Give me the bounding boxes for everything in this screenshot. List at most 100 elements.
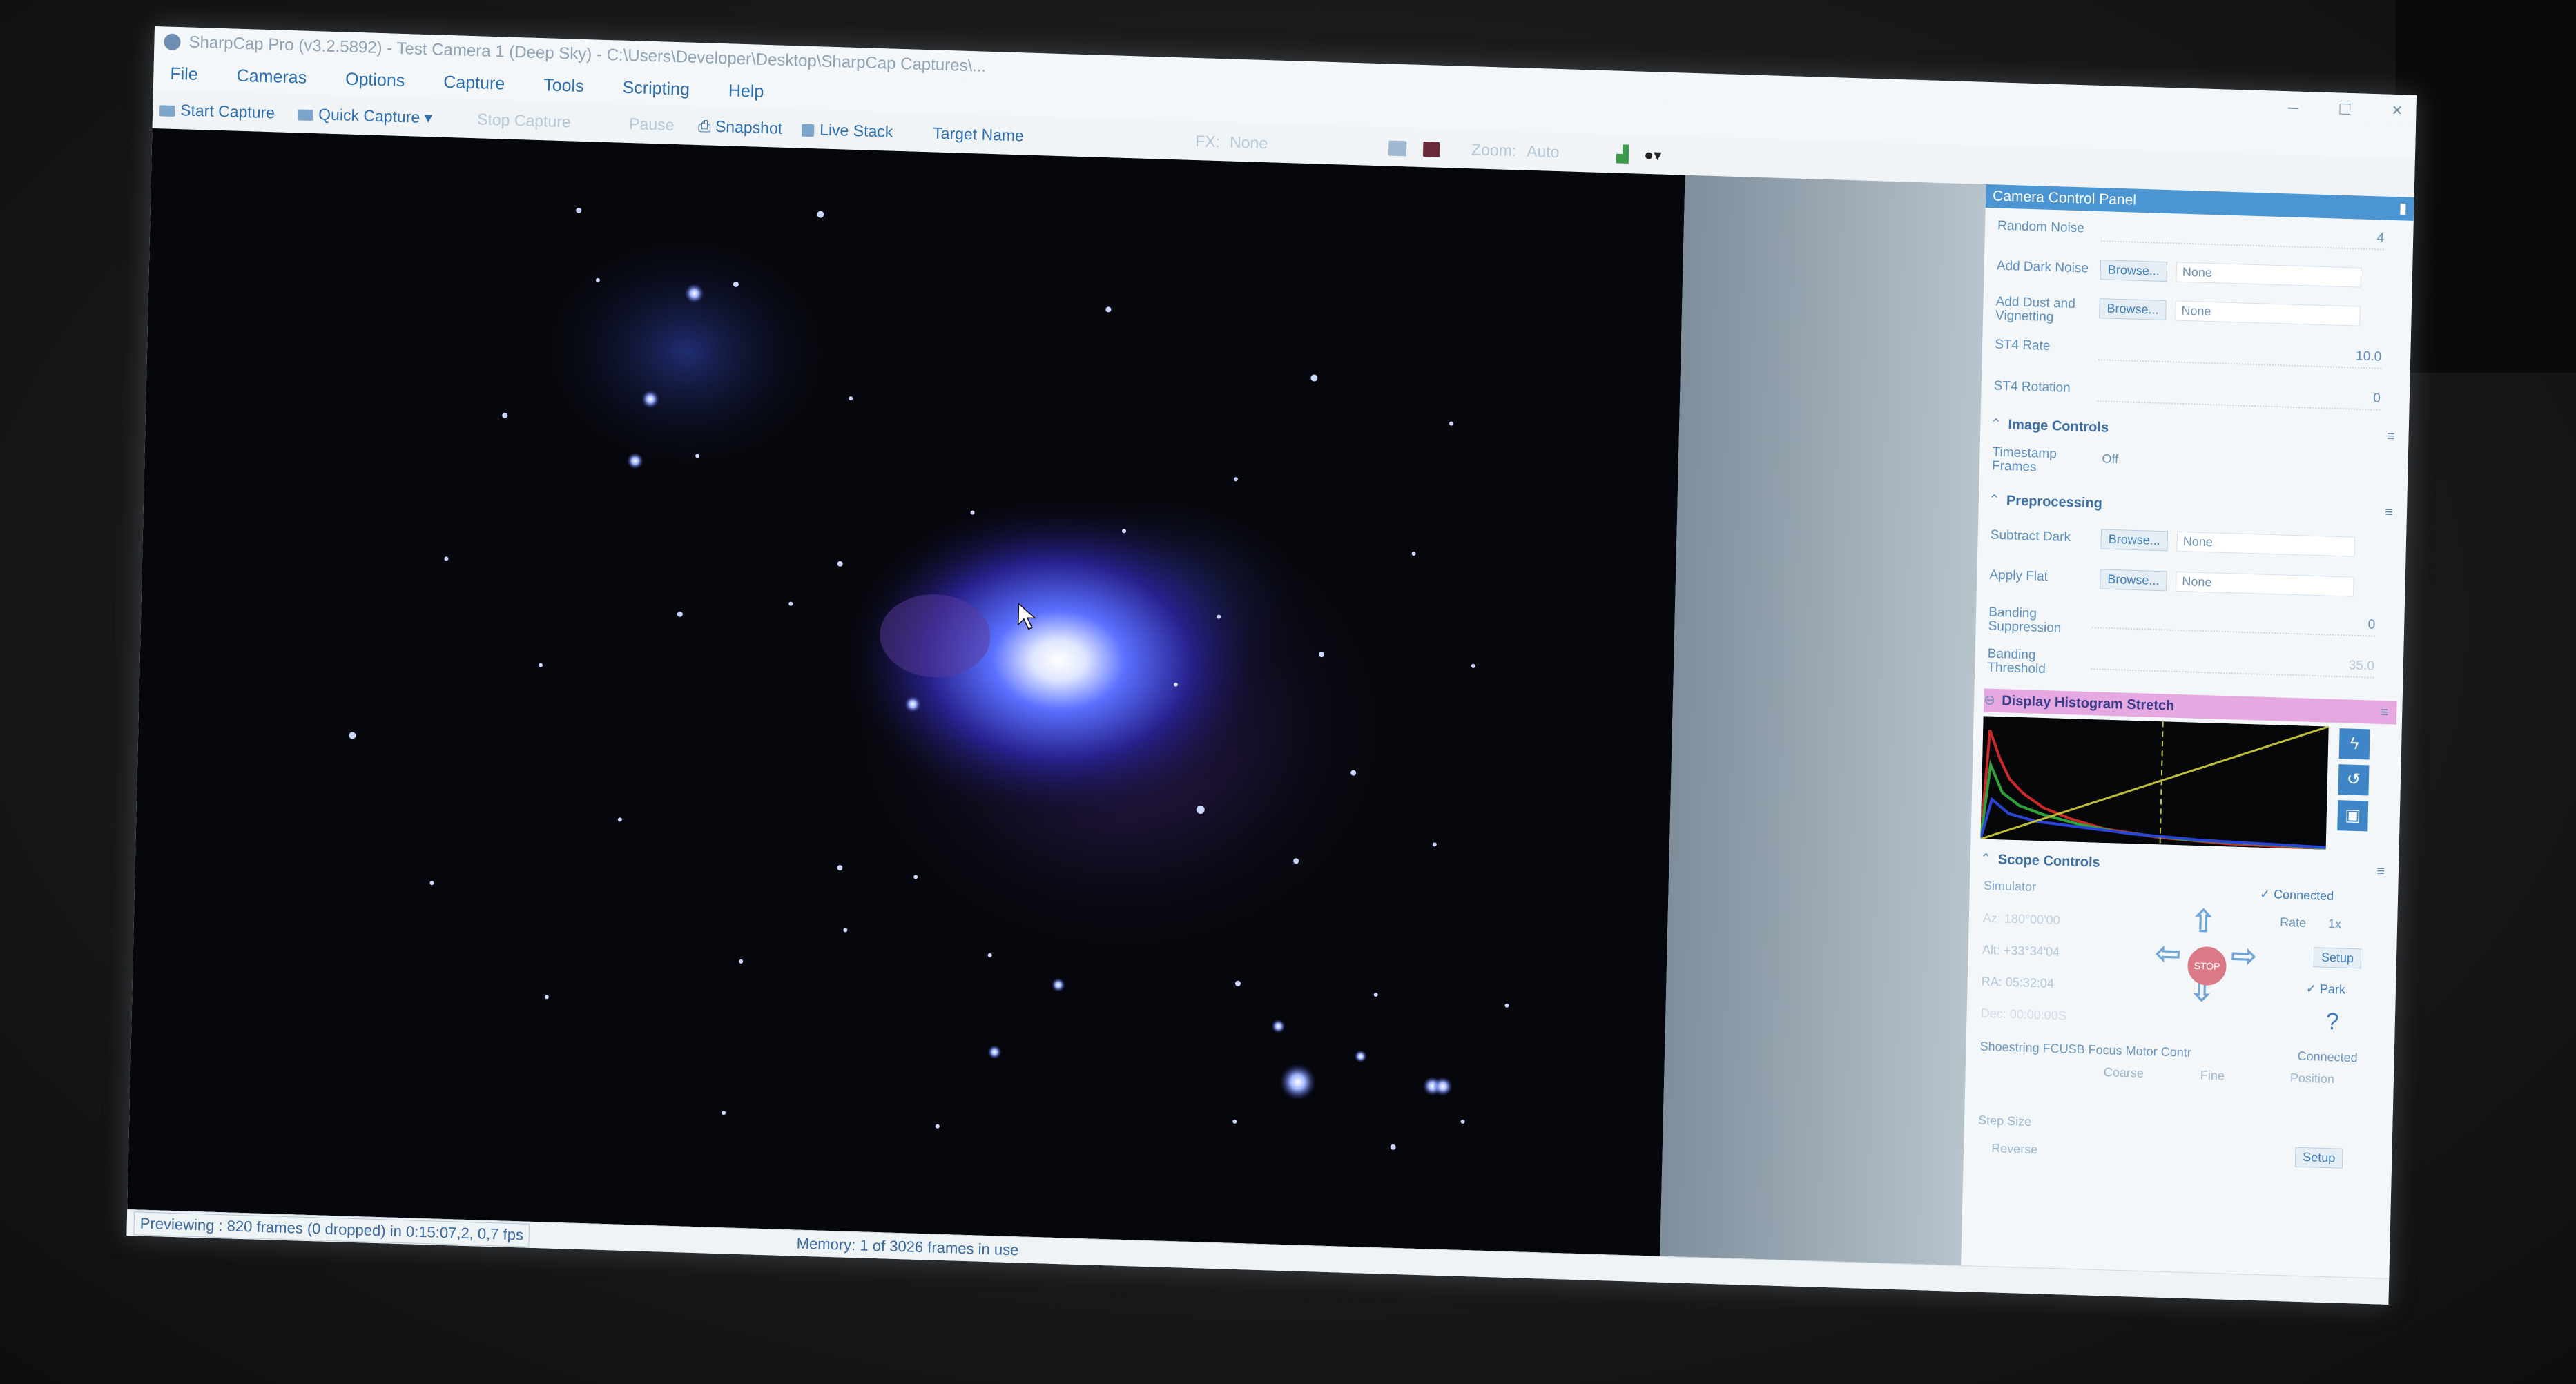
- dust-browse-button[interactable]: Browse...: [2099, 298, 2167, 321]
- viewport-empty-area: [1660, 175, 1986, 1266]
- scope-az-readout: Az: 180°00'00: [1982, 910, 2060, 928]
- menu-capture[interactable]: Capture: [443, 66, 505, 101]
- zoom-label: Zoom:: [1471, 140, 1517, 160]
- scope-alt-readout: Alt: +33°34'04: [1982, 942, 2060, 959]
- hamburger-icon[interactable]: ≡: [2386, 425, 2395, 448]
- maximize-button[interactable]: □: [2339, 93, 2351, 124]
- hamburger-icon[interactable]: ≡: [2376, 859, 2385, 883]
- pause-button[interactable]: Pause: [629, 104, 675, 144]
- display-mode-icon[interactable]: [1388, 128, 1413, 167]
- histogram-icon[interactable]: ▟: [1616, 135, 1629, 174]
- histogram-plot[interactable]: [1980, 716, 2329, 850]
- menu-tools[interactable]: Tools: [543, 68, 584, 103]
- image-controls-title: Image Controls: [2008, 417, 2109, 436]
- dark-noise-select[interactable]: None: [2176, 262, 2362, 288]
- focuser-fine-label: Fine: [2200, 1068, 2225, 1083]
- focuser-setup-button[interactable]: Setup: [2294, 1147, 2343, 1169]
- nebula-image: [127, 128, 1685, 1256]
- image-controls-section[interactable]: ⌃ Image Controls ≡: [1990, 412, 2403, 448]
- histogram-tools: ϟ ↺ ▣: [2337, 728, 2374, 837]
- apply-flat-select[interactable]: None: [2176, 571, 2354, 597]
- scope-stop-button[interactable]: STOP: [2187, 946, 2227, 986]
- focuser-position-label: Position: [2289, 1071, 2335, 1086]
- color-swatch-icon[interactable]: [1422, 128, 1446, 168]
- dark-noise-browse-button[interactable]: Browse...: [2100, 260, 2168, 282]
- quick-capture-button[interactable]: Quick Capture ▾: [297, 94, 433, 137]
- reticle-icon[interactable]: ●▾: [1644, 135, 1663, 175]
- collapse-icon: ⌃: [1988, 492, 2000, 508]
- auto-stretch-icon[interactable]: ϟ: [2338, 728, 2370, 760]
- target-name-field[interactable]: Target Name: [933, 113, 1025, 155]
- banding-suppression-slider[interactable]: [2091, 627, 2375, 637]
- rate-label: Rate: [2279, 915, 2307, 930]
- image-viewport[interactable]: [127, 128, 1685, 1256]
- live-stack-button[interactable]: Live Stack: [801, 110, 893, 151]
- help-icon[interactable]: ?: [2325, 1008, 2339, 1036]
- scope-east-arrow-icon[interactable]: ⇨: [2230, 937, 2258, 975]
- st4-rotation-value[interactable]: 0: [2373, 391, 2381, 406]
- fx-label: FX:: [1194, 132, 1221, 151]
- random-noise-slider[interactable]: [2100, 240, 2384, 251]
- random-noise-value[interactable]: 4: [2376, 231, 2384, 246]
- reset-icon[interactable]: ↺: [2338, 764, 2370, 796]
- minimize-button[interactable]: –: [2288, 91, 2298, 121]
- menu-help[interactable]: Help: [728, 74, 764, 108]
- scope-setup-button[interactable]: Setup: [2313, 947, 2362, 969]
- scope-connected-check[interactable]: ✓ Connected: [2260, 887, 2334, 904]
- camera-icon: [297, 109, 313, 121]
- scope-driver-label: Simulator: [1983, 878, 2037, 894]
- timestamp-label: Timestamp Frames: [1991, 445, 2057, 475]
- add-dark-noise-label: Add Dark Noise: [1996, 258, 2089, 276]
- scope-west-arrow-icon[interactable]: ⇦: [2154, 934, 2182, 972]
- live-stack-label: Live Stack: [819, 120, 893, 141]
- stop-capture-button[interactable]: Stop Capture: [477, 99, 572, 141]
- collapse-icon: ⊖: [1983, 692, 1996, 708]
- save-icon[interactable]: ▣: [2337, 800, 2369, 832]
- banding-suppression-row: Banding Suppression 0: [1988, 605, 2396, 646]
- panel-title-text: Camera Control Panel: [1992, 188, 2137, 208]
- app-icon: [164, 33, 181, 51]
- st4-rate-row: ST4 Rate 10.0: [1994, 338, 2402, 378]
- banding-suppression-value[interactable]: 0: [2367, 617, 2375, 632]
- snapshot-button[interactable]: ⎙ Snapshot: [698, 106, 783, 148]
- menu-cameras[interactable]: Cameras: [236, 59, 307, 95]
- zoom-select[interactable]: Auto: [1527, 132, 1560, 171]
- preprocessing-section[interactable]: ⌃ Preprocessing ≡: [1988, 488, 2402, 524]
- hamburger-icon[interactable]: ≡: [2380, 701, 2388, 724]
- menu-file[interactable]: File: [170, 57, 198, 91]
- snapshot-icon: ⎙: [697, 117, 716, 135]
- apply-flat-label: Apply Flat: [1989, 567, 2049, 585]
- add-dust-label: Add Dust and Vignetting: [1995, 294, 2076, 325]
- hamburger-icon[interactable]: ≡: [2385, 500, 2393, 524]
- banding-threshold-row: Banding Threshold 35.0: [1987, 647, 2395, 688]
- menu-scripting[interactable]: Scripting: [622, 71, 690, 106]
- banding-threshold-slider[interactable]: [2091, 668, 2374, 679]
- collapse-icon: ⌃: [1990, 416, 2002, 432]
- step-size-label: Step Size: [1977, 1113, 2032, 1129]
- close-button[interactable]: ×: [2392, 95, 2403, 125]
- start-capture-button[interactable]: Start Capture: [159, 90, 275, 132]
- rate-select[interactable]: 1x: [2328, 917, 2341, 932]
- wall-dark-edge: [2396, 0, 2576, 373]
- st4-rate-slider[interactable]: [2098, 359, 2381, 369]
- scope-north-arrow-icon[interactable]: ⇧: [2189, 902, 2217, 940]
- focuser-name: Shoestring FCUSB Focus Motor Contr: [1979, 1039, 2191, 1060]
- timestamp-select[interactable]: Off: [2095, 449, 2336, 476]
- fx-select[interactable]: None: [1230, 123, 1268, 163]
- st4-rate-value[interactable]: 10.0: [2356, 349, 2381, 365]
- focuser-connected-label[interactable]: Connected: [2297, 1049, 2358, 1066]
- reverse-checkbox[interactable]: Reverse: [1991, 1141, 2037, 1157]
- banding-threshold-value[interactable]: 35.0: [2349, 659, 2374, 674]
- subtract-dark-select[interactable]: None: [2176, 531, 2356, 557]
- dust-select[interactable]: None: [2175, 300, 2361, 326]
- apply-flat-browse-button[interactable]: Browse...: [2100, 569, 2167, 592]
- menu-options[interactable]: Options: [345, 62, 405, 97]
- st4-rotation-slider[interactable]: [2097, 400, 2381, 411]
- focuser-coarse-label: Coarse: [2103, 1065, 2144, 1080]
- st4-rotation-row: ST4 Rotation 0: [1993, 379, 2401, 420]
- park-checkbox[interactable]: ✓ Park: [2306, 982, 2346, 997]
- pin-icon[interactable]: ▮: [2399, 197, 2407, 220]
- scope-controls-section[interactable]: ⌃ Scope Controls ≡: [1980, 847, 2394, 883]
- subtract-dark-browse-button[interactable]: Browse...: [2100, 529, 2169, 552]
- camera-control-panel: Camera Control Panel ▮ Random Noise 4 Ad…: [1961, 184, 2414, 1278]
